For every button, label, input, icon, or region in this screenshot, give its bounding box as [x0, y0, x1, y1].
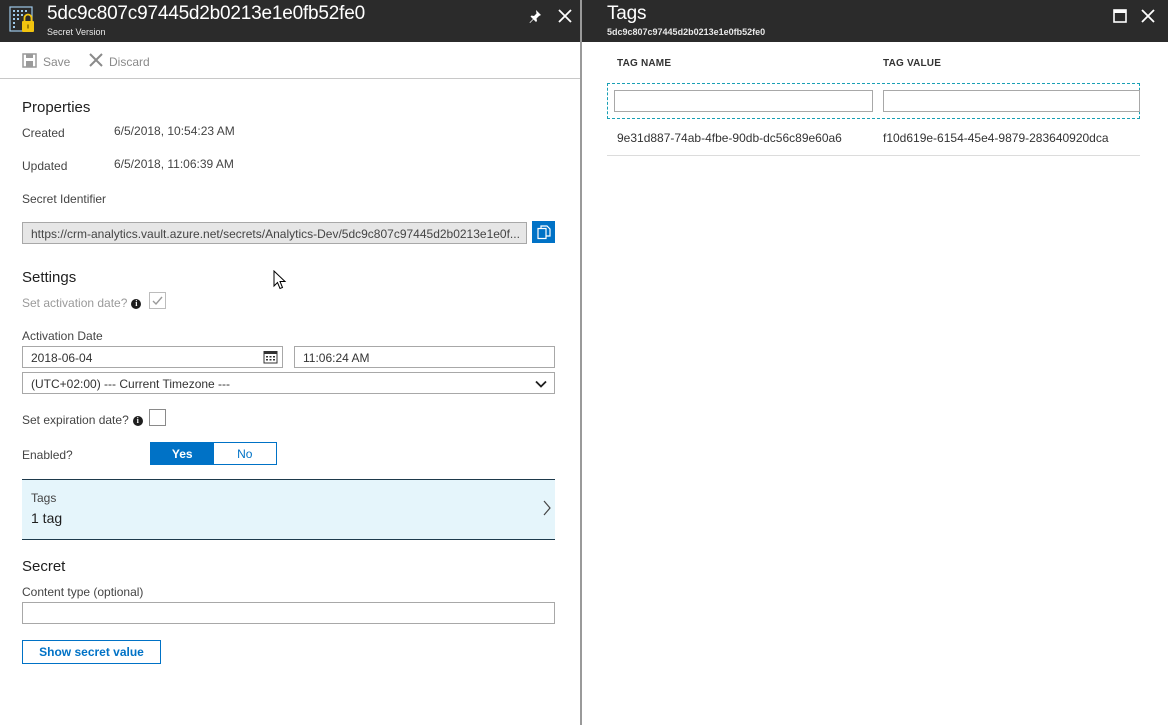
discard-button[interactable]: Discard	[89, 53, 150, 70]
maximize-icon[interactable]	[1110, 6, 1130, 26]
save-icon	[22, 53, 37, 71]
tag-name-input[interactable]	[614, 90, 873, 112]
timezone-dropdown[interactable]: (UTC+02:00) --- Current Timezone ---	[22, 372, 555, 394]
copy-icon[interactable]	[532, 221, 555, 243]
chevron-down-icon	[535, 378, 547, 392]
tags-row[interactable]: Tags 1 tag	[22, 479, 555, 540]
tag-value-column-header: TAG VALUE	[883, 58, 942, 69]
set-expiration-date-label: Set expiration date?	[22, 413, 129, 427]
set-activation-date-label: Set activation date?	[22, 296, 128, 310]
tag-name-column-header: TAG NAME	[617, 58, 672, 69]
show-secret-value-button[interactable]: Show secret value	[22, 640, 161, 664]
set-expiration-date-row: Set expiration date? i	[22, 413, 143, 427]
blade-header: 5dc9c807c97445d2b0213e1e0fb52fe0 Secret …	[0, 0, 580, 42]
close-icon[interactable]	[1138, 6, 1158, 26]
secret-version-blade: 5dc9c807c97445d2b0213e1e0fb52fe0 Secret …	[0, 0, 580, 725]
updated-value: 6/5/2018, 11:06:39 AM	[114, 157, 234, 171]
info-icon: i	[131, 298, 142, 309]
activation-date-label: Activation Date	[22, 329, 103, 343]
tags-row-summary: 1 tag	[31, 510, 63, 526]
calendar-icon[interactable]	[263, 350, 278, 367]
tags-row-title: Tags	[31, 491, 57, 505]
discard-icon	[89, 53, 103, 70]
info-icon: i	[132, 415, 143, 426]
blade-title: 5dc9c807c97445d2b0213e1e0fb52fe0	[47, 3, 365, 24]
discard-label: Discard	[109, 54, 150, 69]
activation-time-input[interactable]: 11:06:24 AM	[294, 346, 555, 368]
save-button[interactable]: Save	[22, 53, 70, 71]
key-vault-secret-icon	[9, 6, 37, 36]
activation-date-input[interactable]: 2018-06-04	[22, 346, 283, 368]
enabled-label: Enabled?	[22, 448, 73, 462]
chevron-right-icon	[542, 500, 552, 521]
updated-label: Updated	[22, 159, 68, 173]
mouse-cursor-icon	[273, 269, 287, 295]
tags-blade-subtitle: 5dc9c807c97445d2b0213e1e0fb52fe0	[607, 27, 766, 37]
set-activation-date-row: Set activation date? i	[22, 296, 142, 310]
content-type-label: Content type (optional)	[22, 585, 144, 599]
table-row[interactable]: 9e31d887-74ab-4fbe-90db-dc56c89e60a6 f10…	[607, 120, 1140, 156]
command-bar: Save Discard	[0, 42, 580, 79]
timezone-value: (UTC+02:00) --- Current Timezone ---	[31, 377, 231, 391]
set-expiration-date-checkbox[interactable]	[149, 409, 166, 426]
secret-identifier-field[interactable]: https://crm-analytics.vault.azure.net/se…	[22, 222, 527, 244]
tag-input-row	[607, 83, 1140, 119]
settings-heading: Settings	[22, 269, 77, 286]
set-activation-date-checkbox[interactable]	[149, 292, 166, 309]
tag-value-cell: f10d619e-6154-45e4-9879-283640920dca	[883, 131, 1109, 145]
enabled-no-option[interactable]: No	[213, 443, 276, 464]
created-value: 6/5/2018, 10:54:23 AM	[114, 124, 235, 138]
content-type-input[interactable]	[22, 602, 555, 624]
blade-subtitle: Secret Version	[47, 27, 106, 37]
tags-blade-title: Tags	[607, 3, 647, 24]
enabled-toggle: Yes No	[150, 442, 277, 465]
tags-blade: Tags 5dc9c807c97445d2b0213e1e0fb52fe0 TA…	[582, 0, 1168, 725]
tags-blade-header: Tags 5dc9c807c97445d2b0213e1e0fb52fe0	[582, 0, 1168, 42]
created-label: Created	[22, 126, 65, 140]
close-icon[interactable]	[555, 6, 575, 26]
checkmark-icon	[151, 294, 164, 312]
tag-name-cell: 9e31d887-74ab-4fbe-90db-dc56c89e60a6	[617, 131, 842, 145]
enabled-yes-option[interactable]: Yes	[151, 443, 214, 464]
properties-heading: Properties	[22, 99, 91, 116]
secret-heading: Secret	[22, 558, 66, 575]
activation-date-value: 2018-06-04	[31, 351, 93, 365]
secret-identifier-label: Secret Identifier	[22, 192, 107, 206]
pin-icon[interactable]	[525, 6, 545, 26]
save-label: Save	[43, 55, 71, 69]
tag-value-input[interactable]	[883, 90, 1140, 112]
